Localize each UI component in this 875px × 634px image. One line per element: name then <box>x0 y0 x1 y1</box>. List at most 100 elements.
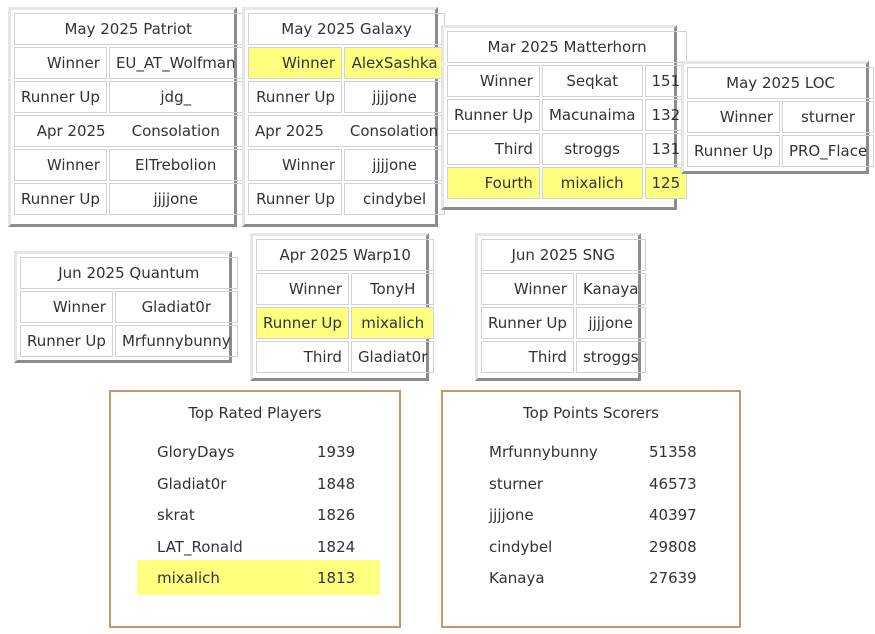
tournament-title: Jun 2025 Quantum <box>20 257 238 289</box>
consolation-header: Apr 2025 Consolation <box>14 115 243 147</box>
player-name[interactable]: Seqkat <box>541 65 643 97</box>
player-name[interactable]: jjjjone <box>575 307 646 339</box>
place-label: Winner <box>687 101 780 133</box>
tournament-matterhorn: Mar 2025 Matterhorn Winner Seqkat 151 Ru… <box>441 25 688 210</box>
list-item: Kanaya 27639 <box>469 560 712 595</box>
player-name[interactable]: mixalich <box>541 167 643 199</box>
place-label: Winner <box>256 273 349 305</box>
player-name[interactable]: sturner <box>781 101 875 133</box>
place-label: Runner Up <box>14 81 107 113</box>
place-label: Winner <box>481 273 574 305</box>
place-label: Runner Up <box>20 325 113 357</box>
list-item: LAT_Ronald 1824 <box>137 529 380 564</box>
table-row: Winner jjjjone <box>248 149 446 181</box>
place-label: Winner <box>248 47 343 79</box>
list-item: skrat 1826 <box>137 497 380 532</box>
consolation-header: Apr 2025 Consolation <box>248 115 446 147</box>
player-name[interactable]: ElTrebolion <box>108 149 243 181</box>
table-row: Winner ElTrebolion <box>14 149 243 181</box>
player-name[interactable]: AlexSashka <box>344 47 446 79</box>
place-label: Third <box>481 341 574 373</box>
player-name[interactable]: skrat <box>157 506 195 524</box>
table-row: Runner Up Mrfunnybunny <box>20 325 238 357</box>
tournament-sng: Jun 2025 SNG Winner Kanaya Runner Up jjj… <box>475 233 646 381</box>
player-name[interactable]: jjjjone <box>344 81 446 113</box>
player-name[interactable]: stroggs <box>575 341 646 373</box>
player-name[interactable]: sturner <box>489 475 543 493</box>
table-row: Winner TonyH <box>256 273 435 305</box>
player-name[interactable]: mixalich <box>157 569 220 587</box>
table-row: Runner Up jjjjone <box>248 81 446 113</box>
player-rating: 1826 <box>317 505 356 524</box>
place-label: Runner Up <box>248 183 343 215</box>
player-name[interactable]: cindybel <box>489 538 552 556</box>
list-item: jjjjone 40397 <box>469 497 712 532</box>
tournament-title: May 2025 LOC <box>687 67 875 99</box>
table-row: Winner EU_AT_Wolfman <box>14 47 243 79</box>
table-row: Third stroggs 131 <box>447 133 688 165</box>
consolation-label: Consolation <box>349 122 439 140</box>
player-name[interactable]: Mrfunnybunny <box>114 325 238 357</box>
player-name[interactable]: jjjjone <box>108 183 243 215</box>
player-rating: 1824 <box>317 537 356 556</box>
place-label: Runner Up <box>481 307 574 339</box>
table-row: Runner Up jdg_ <box>14 81 243 113</box>
player-name[interactable]: cindybel <box>344 183 446 215</box>
player-name[interactable]: Kanaya <box>489 569 545 587</box>
table-row: Fourth mixalich 125 <box>447 167 688 199</box>
player-name[interactable]: Gladiat0r <box>114 291 238 323</box>
player-name[interactable]: mixalich <box>350 307 435 339</box>
list-item: Mrfunnybunny 51358 <box>469 434 712 469</box>
table-row: Runner Up jjjjone <box>14 183 243 215</box>
tournament-title: Mar 2025 Matterhorn <box>447 31 688 63</box>
tournament-quantum: Jun 2025 Quantum Winner Gladiat0r Runner… <box>14 251 238 363</box>
table-row: Third stroggs <box>481 341 646 373</box>
player-points: 46573 <box>649 474 697 493</box>
table-row: Winner sturner <box>687 101 875 133</box>
player-points: 40397 <box>649 505 697 524</box>
player-name[interactable]: Kanaya <box>575 273 646 305</box>
consolation-month: Apr 2025 <box>255 122 324 140</box>
player-name[interactable]: EU_AT_Wolfman <box>108 47 243 79</box>
place-label: Runner Up <box>14 183 107 215</box>
player-name[interactable]: jjjjone <box>489 506 534 524</box>
consolation-month: Apr 2025 <box>36 122 106 140</box>
place-label: Runner Up <box>256 307 349 339</box>
consolation-label: Consolation <box>131 122 220 140</box>
place-label: Third <box>447 133 540 165</box>
top-points-panel: Top Points Scorers Mrfunnybunny 51358 st… <box>441 390 741 628</box>
table-row: Winner Gladiat0r <box>20 291 238 323</box>
tournament-warp10: Apr 2025 Warp10 Winner TonyH Runner Up m… <box>250 233 435 381</box>
table-row: Third Gladiat0r <box>256 341 435 373</box>
place-label: Third <box>256 341 349 373</box>
table-row: Winner Kanaya <box>481 273 646 305</box>
player-name[interactable]: Macunaima <box>541 99 643 131</box>
player-name[interactable]: LAT_Ronald <box>157 538 243 556</box>
place-label: Runner Up <box>687 135 780 167</box>
player-name[interactable]: Gladiat0r <box>157 475 226 493</box>
player-name[interactable]: jjjjone <box>344 149 446 181</box>
table-row: Winner Seqkat 151 <box>447 65 688 97</box>
player-name[interactable]: PRO_Flace <box>781 135 875 167</box>
list-item: cindybel 29808 <box>469 529 712 564</box>
place-label: Winner <box>14 47 107 79</box>
tournament-title: Jun 2025 SNG <box>481 239 646 271</box>
player-name[interactable]: Gladiat0r <box>350 341 435 373</box>
player-name[interactable]: Mrfunnybunny <box>489 443 598 461</box>
panel-title: Top Rated Players <box>188 404 322 422</box>
place-label: Runner Up <box>248 81 343 113</box>
place-label: Winner <box>248 149 343 181</box>
player-name[interactable]: stroggs <box>541 133 643 165</box>
panel-title: Top Points Scorers <box>523 404 659 422</box>
place-label: Winner <box>14 149 107 181</box>
table-row: Runner Up PRO_Flace <box>687 135 875 167</box>
tournament-title: Apr 2025 Warp10 <box>256 239 435 271</box>
player-name[interactable]: GloryDays <box>157 443 234 461</box>
table-row: Runner Up jjjjone <box>481 307 646 339</box>
player-name[interactable]: TonyH <box>350 273 435 305</box>
player-name[interactable]: jdg_ <box>108 81 243 113</box>
player-rating: 1848 <box>317 474 356 493</box>
tournament-patriot: May 2025 Patriot Winner EU_AT_Wolfman Ru… <box>8 7 243 227</box>
player-rating: 1813 <box>317 568 356 587</box>
list-item: sturner 46573 <box>469 466 712 501</box>
